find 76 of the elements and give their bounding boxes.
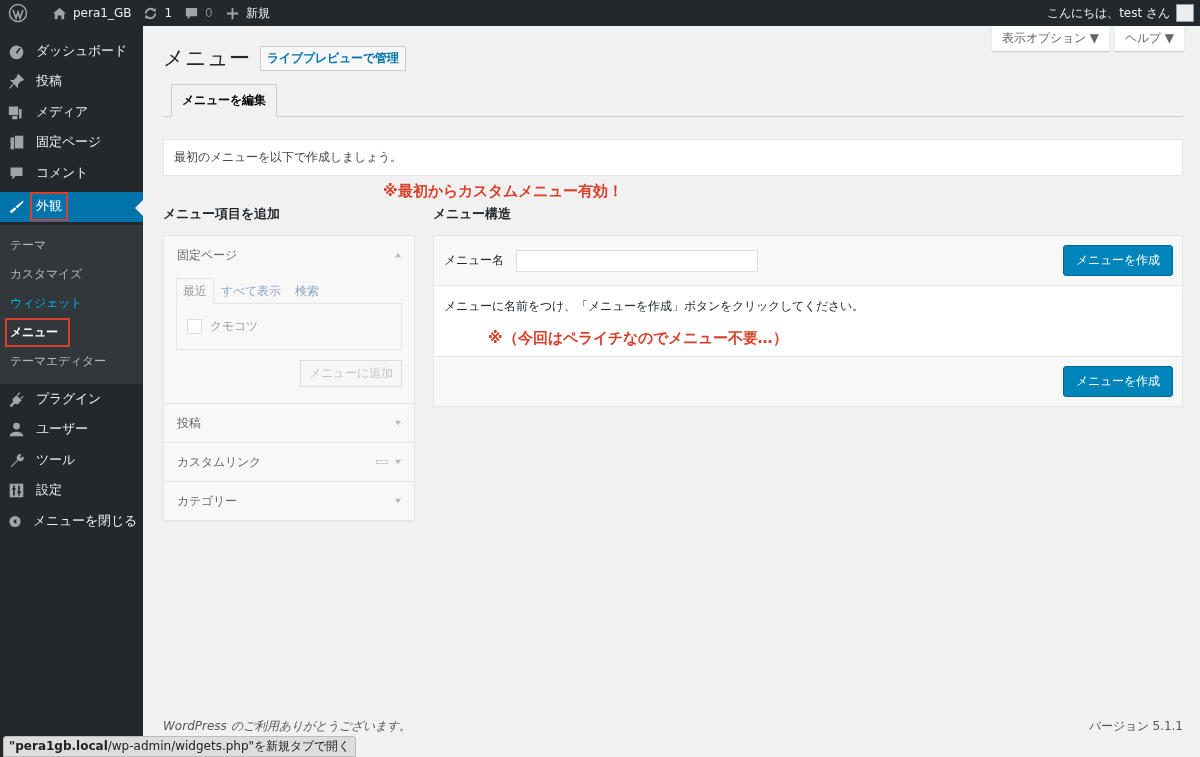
- comment-count[interactable]: 0: [205, 6, 213, 20]
- update-count[interactable]: 1: [164, 6, 173, 20]
- pages-icon: [8, 134, 25, 152]
- expand-arrow-icon: [394, 459, 402, 465]
- wrench-icon: [8, 451, 25, 469]
- dropdown-toggle[interactable]: 表示オプション ▼: [991, 26, 1109, 51]
- sidebar-item[interactable]: メディア: [0, 97, 143, 128]
- menu-name-field[interactable]: [516, 249, 758, 272]
- dropdown-toggle[interactable]: ヘルプ ▼: [1114, 26, 1184, 51]
- item-label: ダッシュボード: [35, 41, 128, 60]
- new-link[interactable]: 新規: [245, 4, 270, 22]
- sidebar-item[interactable]: 外観: [0, 191, 143, 222]
- home-icon[interactable]: [52, 5, 67, 21]
- section-heading: メニュー構造: [433, 205, 512, 223]
- instruction-text: メニューに名前をつけ、「メニューを作成」ボタンをクリックしてください。: [444, 298, 865, 315]
- comment-icon[interactable]: [184, 5, 200, 21]
- item-label: ユーザー: [35, 420, 89, 439]
- accordion-header[interactable]: 固定ページ: [164, 236, 414, 274]
- sidebar-item[interactable]: ユーザー: [0, 414, 143, 445]
- field-label: メニュー名: [444, 252, 504, 269]
- submenu-item[interactable]: テーマエディター: [0, 347, 116, 376]
- wordpress-logo-icon[interactable]: [8, 3, 28, 23]
- sidebar-item[interactable]: プラグイン: [0, 384, 143, 415]
- accordion-header[interactable]: 投稿: [164, 404, 414, 442]
- item-label: 投稿: [35, 72, 63, 91]
- sidebar-item[interactable]: ツール: [0, 445, 143, 476]
- section-heading: メニュー項目を追加: [163, 205, 281, 223]
- refresh-icon[interactable]: [143, 5, 159, 21]
- item-label: 設定: [35, 481, 63, 500]
- sidebar-item[interactable]: 設定: [0, 475, 143, 506]
- greeting-link[interactable]: こんにちは、test さん: [1047, 4, 1170, 22]
- checkbox[interactable]: [187, 319, 202, 334]
- plug-icon: [8, 390, 25, 408]
- collapse-arrow-icon: [394, 252, 402, 258]
- create-menu-button[interactable]: メニューを作成: [1063, 366, 1173, 397]
- submenu-item[interactable]: テーマ: [0, 231, 56, 260]
- sidebar-item[interactable]: ダッシュボード: [0, 36, 143, 67]
- site-name-link[interactable]: pera1_GB: [73, 6, 132, 20]
- accordion-header[interactable]: カテゴリー: [164, 482, 414, 520]
- sidebar-item[interactable]: 固定ページ: [0, 127, 143, 158]
- item-label: プラグイン: [35, 389, 102, 408]
- submenu-item[interactable]: メニュー: [5, 318, 70, 347]
- live-preview-button[interactable]: ライブプレビューで管理: [260, 45, 406, 71]
- user-icon: [8, 421, 25, 439]
- version-text: バージョン 5.1.1: [1088, 718, 1183, 735]
- expand-arrow-icon: [394, 498, 402, 504]
- item-label: 外観: [30, 192, 68, 222]
- annotation-text: ※最初からカスタムメニュー有効！: [383, 182, 624, 201]
- section-title: カスタムリンク: [177, 453, 261, 471]
- accordion-header[interactable]: カスタムリンク: [164, 443, 414, 481]
- section-title: 投稿: [177, 414, 201, 432]
- section-title: カテゴリー: [177, 492, 237, 510]
- item-label: ツール: [35, 450, 76, 469]
- create-menu-button[interactable]: メニューを作成: [1063, 245, 1173, 276]
- sidebar-item[interactable]: メニューを閉じる: [0, 506, 143, 537]
- brush-icon: [8, 198, 25, 216]
- item-label: コメント: [35, 163, 89, 182]
- submenu-item[interactable]: カスタマイズ: [0, 260, 92, 289]
- item-label: メディア: [35, 102, 89, 121]
- tab[interactable]: メニューを編集: [171, 84, 277, 117]
- page-title: メニュー: [163, 45, 250, 72]
- plus-icon[interactable]: [224, 5, 240, 21]
- notice: 最初のメニューを以下で作成しましょう。: [163, 139, 1183, 176]
- submenu-item[interactable]: ウィジェット: [0, 289, 92, 318]
- item-label: 固定ページ: [35, 133, 102, 152]
- section-title: 固定ページ: [177, 246, 237, 264]
- checkbox-label: クモコツ: [210, 318, 258, 335]
- link-status-tooltip: "pera1gb.local/wp-admin/widgets.php"を新規タブで開く: [3, 736, 357, 757]
- sidebar-item[interactable]: コメント: [0, 158, 143, 189]
- annotation-text: ※（今回はペライチなのでメニュー不要…）: [488, 329, 789, 348]
- expand-arrow-icon: [394, 420, 402, 426]
- pin-icon: [8, 73, 25, 91]
- sliders-icon: [8, 482, 25, 500]
- sidebar-item[interactable]: 投稿: [0, 66, 143, 97]
- item-label: メニューを閉じる: [32, 511, 138, 530]
- footer-text: WordPress のご利用ありがとうございます。: [163, 718, 411, 735]
